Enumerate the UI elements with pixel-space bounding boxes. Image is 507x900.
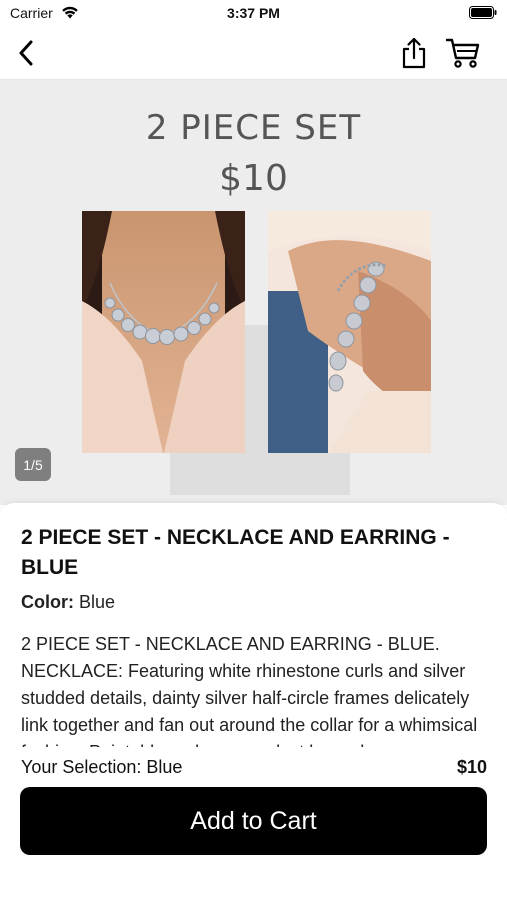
cart-button[interactable] [443, 36, 483, 70]
cart-icon [445, 38, 480, 68]
product-title: 2 PIECE SET - NECKLACE AND EARRING - BLU… [21, 526, 450, 579]
share-icon [402, 37, 426, 69]
selection-label: Your Selection: Blue [21, 757, 183, 777]
share-button[interactable] [398, 36, 430, 70]
status-bar: Carrier 3:37 PM [0, 0, 507, 28]
bracelet-photo [268, 211, 431, 453]
promo-title: 2 PIECE SET [145, 108, 362, 148]
back-button[interactable] [12, 38, 40, 68]
color-row: Color: Blue [21, 592, 115, 613]
nav-bar [0, 28, 507, 80]
battery-icon [469, 6, 497, 19]
add-to-cart-button[interactable]: Add to Cart [20, 787, 487, 855]
product-details-sheet[interactable]: 2 PIECE SET - NECKLACE AND EARRING - BLU… [0, 503, 507, 753]
purchase-bar: Your Selection: Blue $10 Add to Cart [0, 747, 507, 900]
promo-price: $10 [219, 158, 288, 199]
back-chevron-icon [19, 40, 33, 66]
color-value: Blue [79, 592, 116, 612]
image-counter-badge: 1/5 [15, 448, 51, 481]
necklace-photo [82, 211, 245, 453]
selection-price: $10 [456, 757, 487, 777]
product-description: 2 PIECE SET - NECKLACE AND EARRING - BLU… [21, 634, 478, 753]
product-image-carousel[interactable]: 2 PIECE SET $10 1/5 [0, 80, 507, 505]
clock: 3:37 PM [227, 5, 280, 21]
color-label: Color: [21, 592, 74, 612]
